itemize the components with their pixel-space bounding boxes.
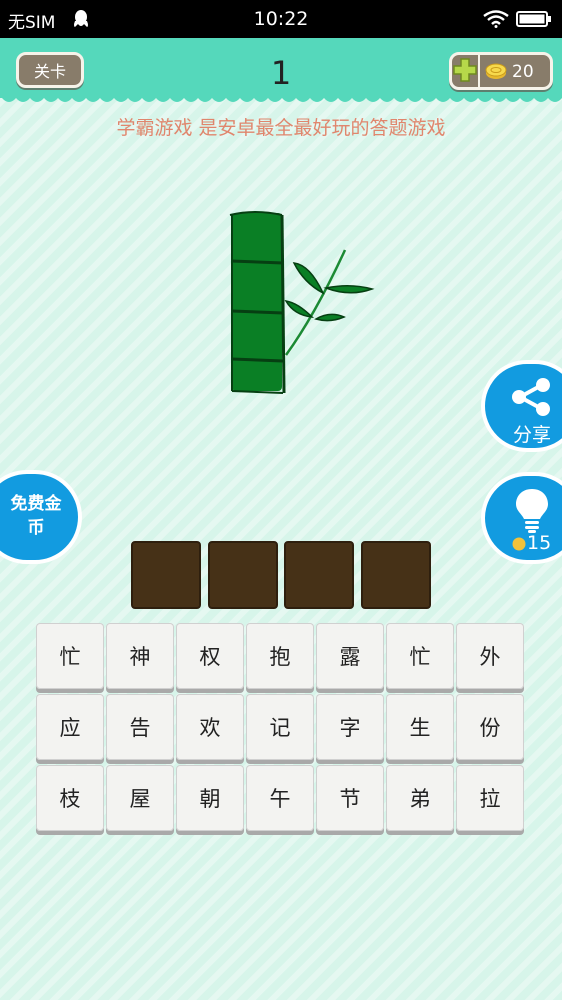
char-key[interactable]: 抱: [246, 623, 314, 689]
puzzle-image: [229, 211, 375, 394]
header-wave: [0, 94, 562, 102]
char-key[interactable]: 外: [456, 623, 524, 689]
coin-count: 20: [512, 62, 534, 82]
bulb-icon: [516, 489, 548, 533]
char-key[interactable]: 份: [456, 694, 524, 760]
share-icon: [512, 378, 550, 416]
coin-icon: [485, 63, 507, 79]
answer-slot[interactable]: [361, 541, 431, 609]
char-key[interactable]: 应: [36, 694, 104, 760]
battery-icon: [516, 11, 551, 27]
char-key[interactable]: 忙: [36, 623, 104, 689]
answer-slot[interactable]: [284, 541, 354, 609]
char-key[interactable]: 枝: [36, 765, 104, 831]
add-coin-icon[interactable]: [452, 57, 478, 83]
answer-slot[interactable]: [208, 541, 278, 609]
char-key[interactable]: 神: [106, 623, 174, 689]
clock: 10:22: [253, 8, 309, 30]
char-key[interactable]: 告: [106, 694, 174, 760]
slogan-banner[interactable]: 学霸游戏 是安卓最全最好玩的答题游戏: [0, 113, 562, 140]
hint-cost: 15: [527, 532, 552, 554]
char-key[interactable]: 字: [316, 694, 384, 760]
char-key[interactable]: 弟: [386, 765, 454, 831]
char-key[interactable]: 屋: [106, 765, 174, 831]
wifi-icon: [483, 10, 509, 28]
char-key[interactable]: 权: [176, 623, 244, 689]
char-key[interactable]: 记: [246, 694, 314, 760]
char-key[interactable]: 拉: [456, 765, 524, 831]
char-key[interactable]: 节: [316, 765, 384, 831]
answer-slot[interactable]: [131, 541, 201, 609]
char-key[interactable]: 午: [246, 765, 314, 831]
char-key[interactable]: 生: [386, 694, 454, 760]
char-key[interactable]: 欢: [176, 694, 244, 760]
char-key[interactable]: 忙: [386, 623, 454, 689]
char-key[interactable]: 朝: [176, 765, 244, 831]
hint-coin-icon: [512, 537, 526, 551]
coin-box-divider: [478, 55, 480, 87]
share-label: 分享: [513, 424, 552, 446]
char-key[interactable]: 露: [316, 623, 384, 689]
free-coins-label: 免费金币: [10, 494, 62, 538]
